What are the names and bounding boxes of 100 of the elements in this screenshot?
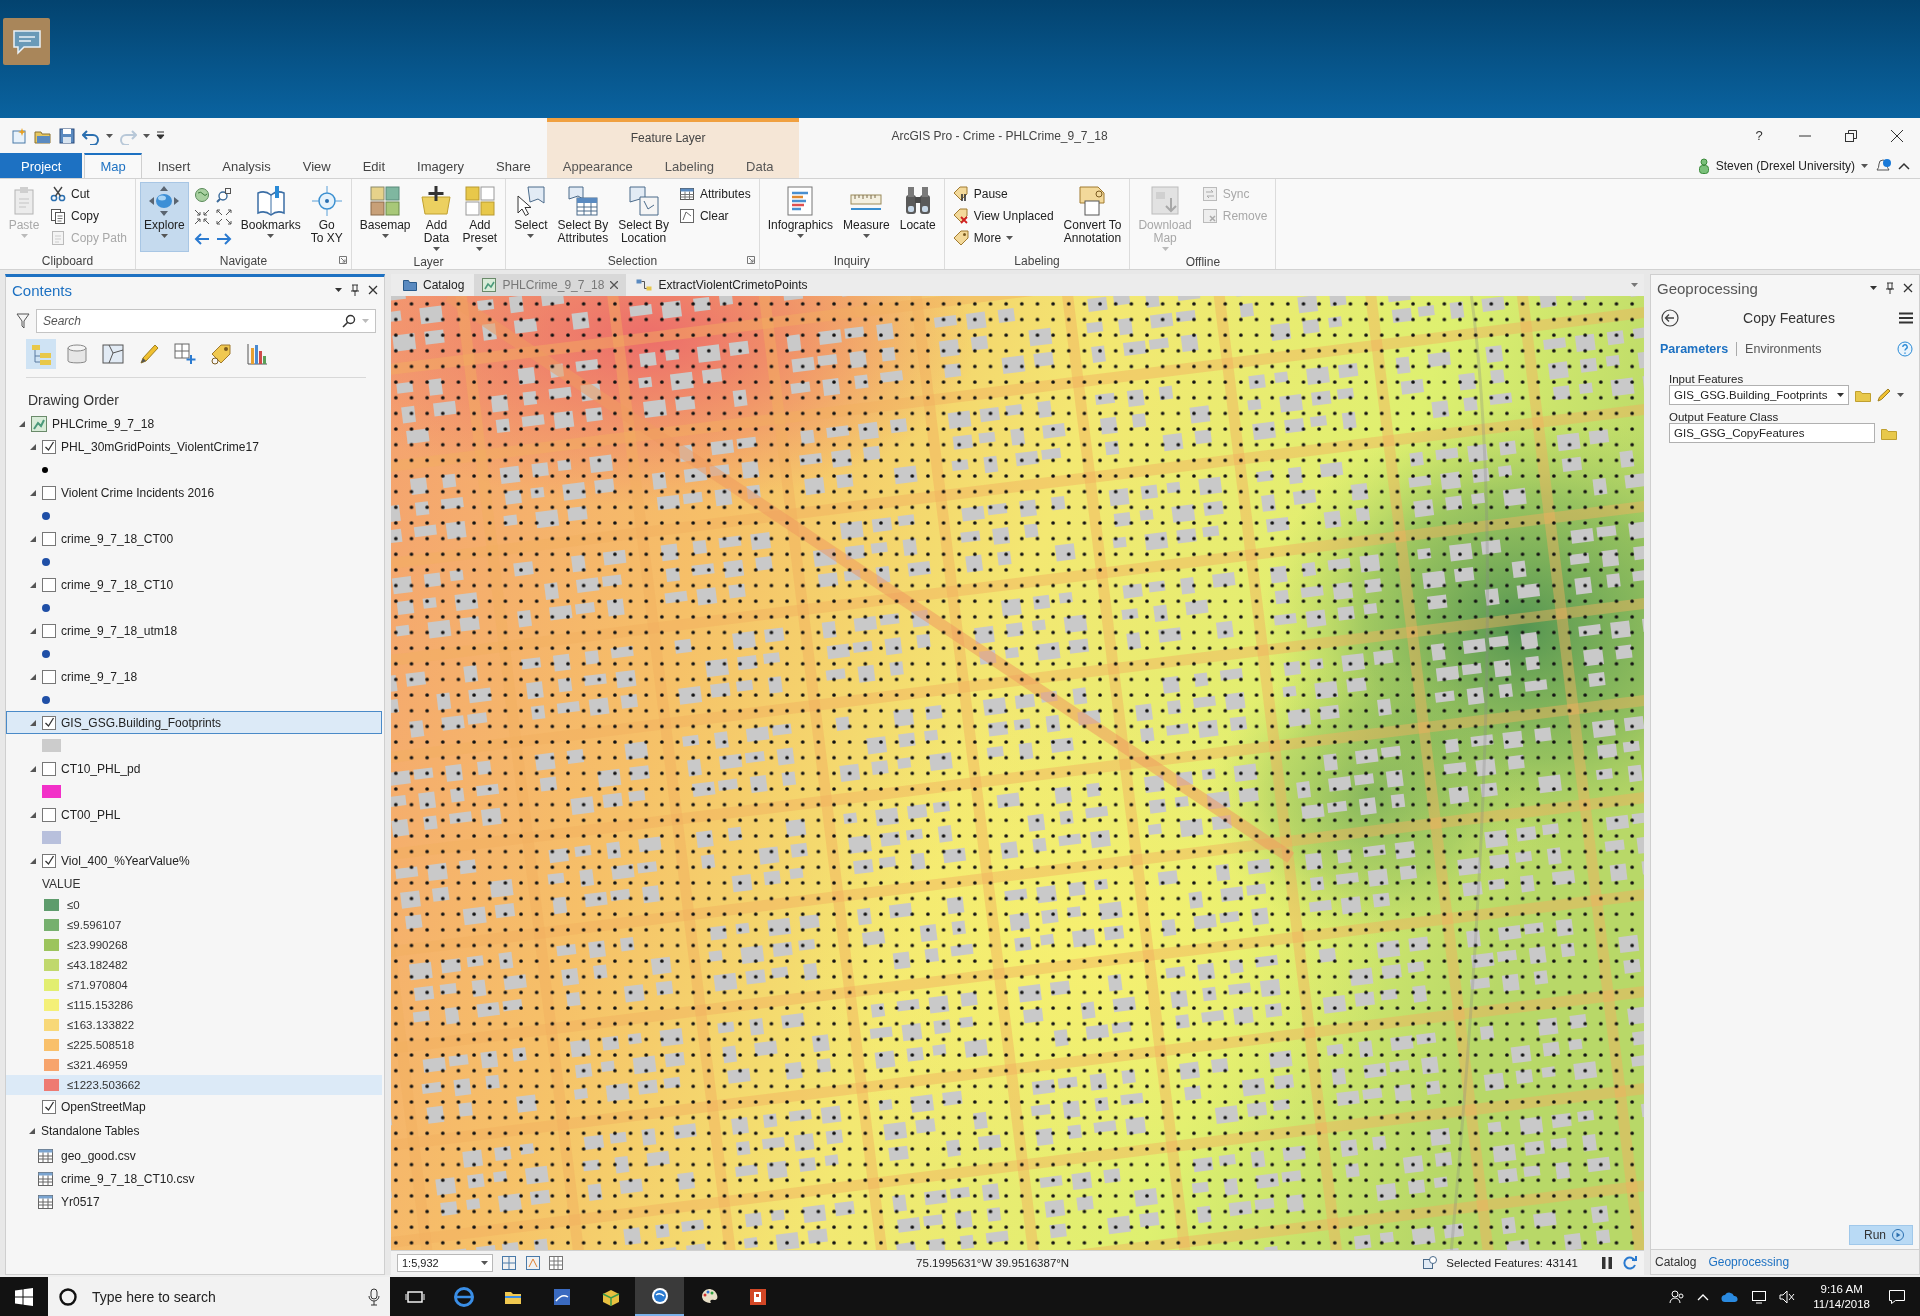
filter-icon[interactable] [16, 313, 30, 329]
checkbox[interactable] [42, 715, 56, 730]
panel-tab[interactable]: Environments [1745, 342, 1822, 356]
ribbon-button[interactable]: Select [510, 182, 552, 252]
grid-icon[interactable] [501, 1255, 517, 1271]
ribbon-button[interactable]: Convert To Annotation [1059, 182, 1126, 252]
dialog-launcher-icon[interactable] [746, 256, 755, 264]
layer-row[interactable]: Viol_400_%YearValue% [6, 849, 382, 872]
table-icon[interactable] [549, 1256, 563, 1270]
ribbon-tab[interactable]: Insert [141, 153, 207, 178]
help-icon[interactable] [1897, 341, 1913, 357]
ribbon-button[interactable]: Select By Location [614, 182, 673, 252]
layer-row[interactable]: crime_9_7_18 [6, 665, 382, 688]
run-button[interactable]: Run [1849, 1225, 1913, 1245]
ribbon-tab[interactable]: Imagery [401, 153, 481, 178]
checkbox[interactable] [42, 1099, 56, 1114]
expanded-icon[interactable] [29, 626, 37, 635]
collapse-arrows-icon[interactable] [193, 209, 210, 225]
layer-row[interactable]: crime_9_7_18_CT10 [6, 573, 382, 596]
checkbox[interactable] [42, 577, 56, 592]
bell-icon[interactable] [1874, 157, 1892, 174]
collapse-icon[interactable] [1898, 161, 1910, 170]
expanded-icon[interactable] [18, 419, 26, 428]
customize-icon[interactable] [156, 131, 165, 140]
legend-class-row[interactable]: ≤163.133822 [6, 1015, 382, 1035]
checkbox[interactable] [42, 485, 56, 500]
ribbon-tab[interactable]: Project [0, 153, 83, 178]
ribbon-button[interactable]: Measure [839, 182, 894, 252]
chevron-up-icon[interactable] [1697, 1292, 1710, 1301]
pin-icon[interactable] [350, 284, 360, 296]
cloud-icon[interactable] [1721, 1290, 1740, 1303]
layer-row[interactable]: crime_9_7_18_utm18 [6, 619, 382, 642]
save-icon[interactable] [58, 126, 76, 145]
close-icon[interactable] [1903, 283, 1913, 293]
volume-icon[interactable] [1779, 1289, 1796, 1304]
checkbox[interactable] [42, 623, 56, 638]
ribbon-button[interactable]: Add Preset [458, 182, 502, 254]
dialog-launcher-icon[interactable] [338, 256, 347, 264]
ribbon-button[interactable]: Locate [895, 182, 940, 252]
checkbox[interactable] [42, 807, 56, 822]
expanded-icon[interactable] [29, 856, 37, 865]
pencil-icon[interactable] [1877, 388, 1891, 402]
layer-row[interactable]: Violent Crime Incidents 2016 [6, 481, 382, 504]
right-arrow-icon[interactable] [215, 231, 232, 247]
refresh-icon[interactable] [1622, 1255, 1638, 1271]
people-icon[interactable] [1669, 1288, 1686, 1305]
clock-date[interactable]: 11/14/2018 [1813, 1296, 1870, 1312]
notification-icon[interactable] [1888, 1288, 1906, 1305]
ribbon-tab[interactable]: Share [480, 153, 547, 178]
legend-class-row[interactable]: ≤23.990268 [6, 935, 382, 955]
close-icon[interactable] [1891, 129, 1903, 142]
ribbon-button[interactable]: Bookmarks [236, 182, 305, 252]
legend-class-row[interactable]: ≤225.508518 [6, 1035, 382, 1055]
pause-icon[interactable] [1600, 1256, 1614, 1270]
search-field[interactable]: Search [43, 314, 336, 328]
search-icon[interactable] [342, 314, 356, 328]
table-name[interactable]: Yr0517 [61, 1194, 100, 1209]
ribbon-small-button[interactable]: View Unplaced [948, 206, 1058, 226]
expanded-icon[interactable] [28, 1127, 36, 1135]
ribbon-button[interactable]: Explore [140, 182, 189, 252]
expanded-icon[interactable] [29, 534, 37, 543]
ribbon-small-button[interactable]: More [948, 228, 1058, 248]
ribbon-small-button[interactable]: Clear [674, 206, 755, 226]
table-name[interactable]: geo_good.csv [61, 1148, 136, 1163]
expanded-icon[interactable] [29, 442, 37, 451]
left-arrow-icon[interactable] [193, 231, 210, 247]
text-field[interactable]: GIS_GSG_CopyFeatures [1669, 423, 1875, 443]
zoom-box-icon[interactable] [215, 187, 232, 203]
ribbon-button[interactable]: Go To XY [306, 182, 347, 252]
selection-icon[interactable] [1422, 1255, 1439, 1271]
ribbon-tab[interactable]: View [286, 153, 347, 178]
network-icon[interactable] [1751, 1289, 1768, 1304]
ribbon-tab[interactable]: Map [84, 153, 142, 178]
checkbox[interactable] [42, 669, 56, 684]
clock-time[interactable]: 9:16 AM [1820, 1281, 1863, 1297]
restore-icon[interactable] [1845, 129, 1857, 142]
search-box[interactable]: Search [36, 309, 376, 333]
layer-row[interactable]: crime_9_7_18_CT00 [6, 527, 382, 550]
close-icon[interactable] [368, 285, 378, 295]
checkbox[interactable] [42, 531, 56, 546]
table-name[interactable]: crime_9_7_18_CT10.csv [61, 1171, 195, 1186]
pane-tab[interactable]: Catalog [1655, 1255, 1697, 1269]
document-tab[interactable]: ExtractViolentCrimetoPoints [628, 274, 816, 296]
scale-field[interactable]: 1:5,932 [397, 1254, 493, 1272]
ribbon-button[interactable]: Select By Attributes [553, 182, 613, 252]
expanded-icon[interactable] [29, 488, 37, 497]
help-button[interactable]: ? [1736, 120, 1782, 151]
panel-tab[interactable]: Parameters [1660, 342, 1729, 356]
pane-tab[interactable]: Geoprocessing [1708, 1255, 1790, 1269]
ribbon-tab[interactable]: Edit [346, 153, 402, 178]
legend-class-row[interactable]: ≤115.153286 [6, 995, 382, 1015]
legend-class-row[interactable]: ≤43.182482 [6, 955, 382, 975]
menu-icon[interactable] [1899, 312, 1913, 324]
windows-logo-icon[interactable] [15, 1287, 33, 1306]
taskbar-search-input[interactable]: Type here to search [90, 1287, 356, 1306]
layer-row[interactable]: OpenStreetMap [6, 1095, 382, 1118]
dropdown-field[interactable]: GIS_GSG.Building_Footprints [1669, 385, 1849, 405]
ribbon-small-button[interactable]: Cut [46, 184, 132, 204]
checkbox[interactable] [42, 853, 56, 868]
layer-row[interactable]: PHL_30mGridPoints_ViolentCrime17 [6, 435, 382, 458]
